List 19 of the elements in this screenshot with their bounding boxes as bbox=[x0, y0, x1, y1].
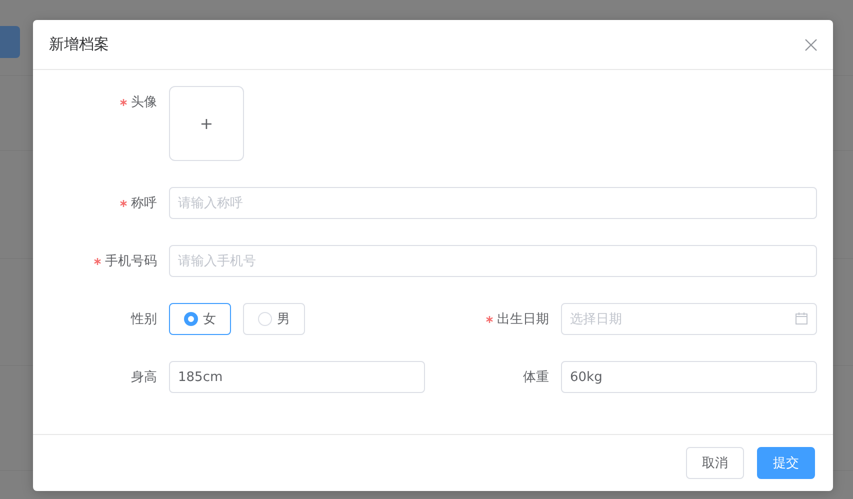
input-field[interactable]: 185cm bbox=[169, 361, 425, 393]
cancel-button[interactable]: 取消 bbox=[686, 447, 744, 479]
field-label: 出生日期 bbox=[497, 311, 549, 328]
field-label: 身高 bbox=[131, 369, 157, 386]
field-label: 称呼 bbox=[131, 195, 157, 212]
field-label: 体重 bbox=[523, 369, 549, 386]
date-picker-field[interactable]: 选择日期 bbox=[561, 303, 817, 335]
input-field[interactable]: 60kg bbox=[561, 361, 817, 393]
field-label: 性别 bbox=[131, 311, 157, 328]
field-label: 头像 bbox=[131, 94, 157, 111]
radio-option[interactable]: 女 bbox=[169, 303, 231, 335]
close-icon[interactable] bbox=[805, 38, 817, 50]
input-field[interactable]: 请输入手机号 bbox=[169, 245, 817, 277]
calendar-icon bbox=[795, 312, 808, 325]
radio-option[interactable]: 男 bbox=[243, 303, 305, 335]
avatar-upload-button[interactable]: + bbox=[169, 86, 244, 161]
input-field[interactable]: 请输入称呼 bbox=[169, 187, 817, 219]
dialog-title: 新增档案 bbox=[49, 35, 109, 54]
field-label: 手机号码 bbox=[105, 253, 157, 270]
